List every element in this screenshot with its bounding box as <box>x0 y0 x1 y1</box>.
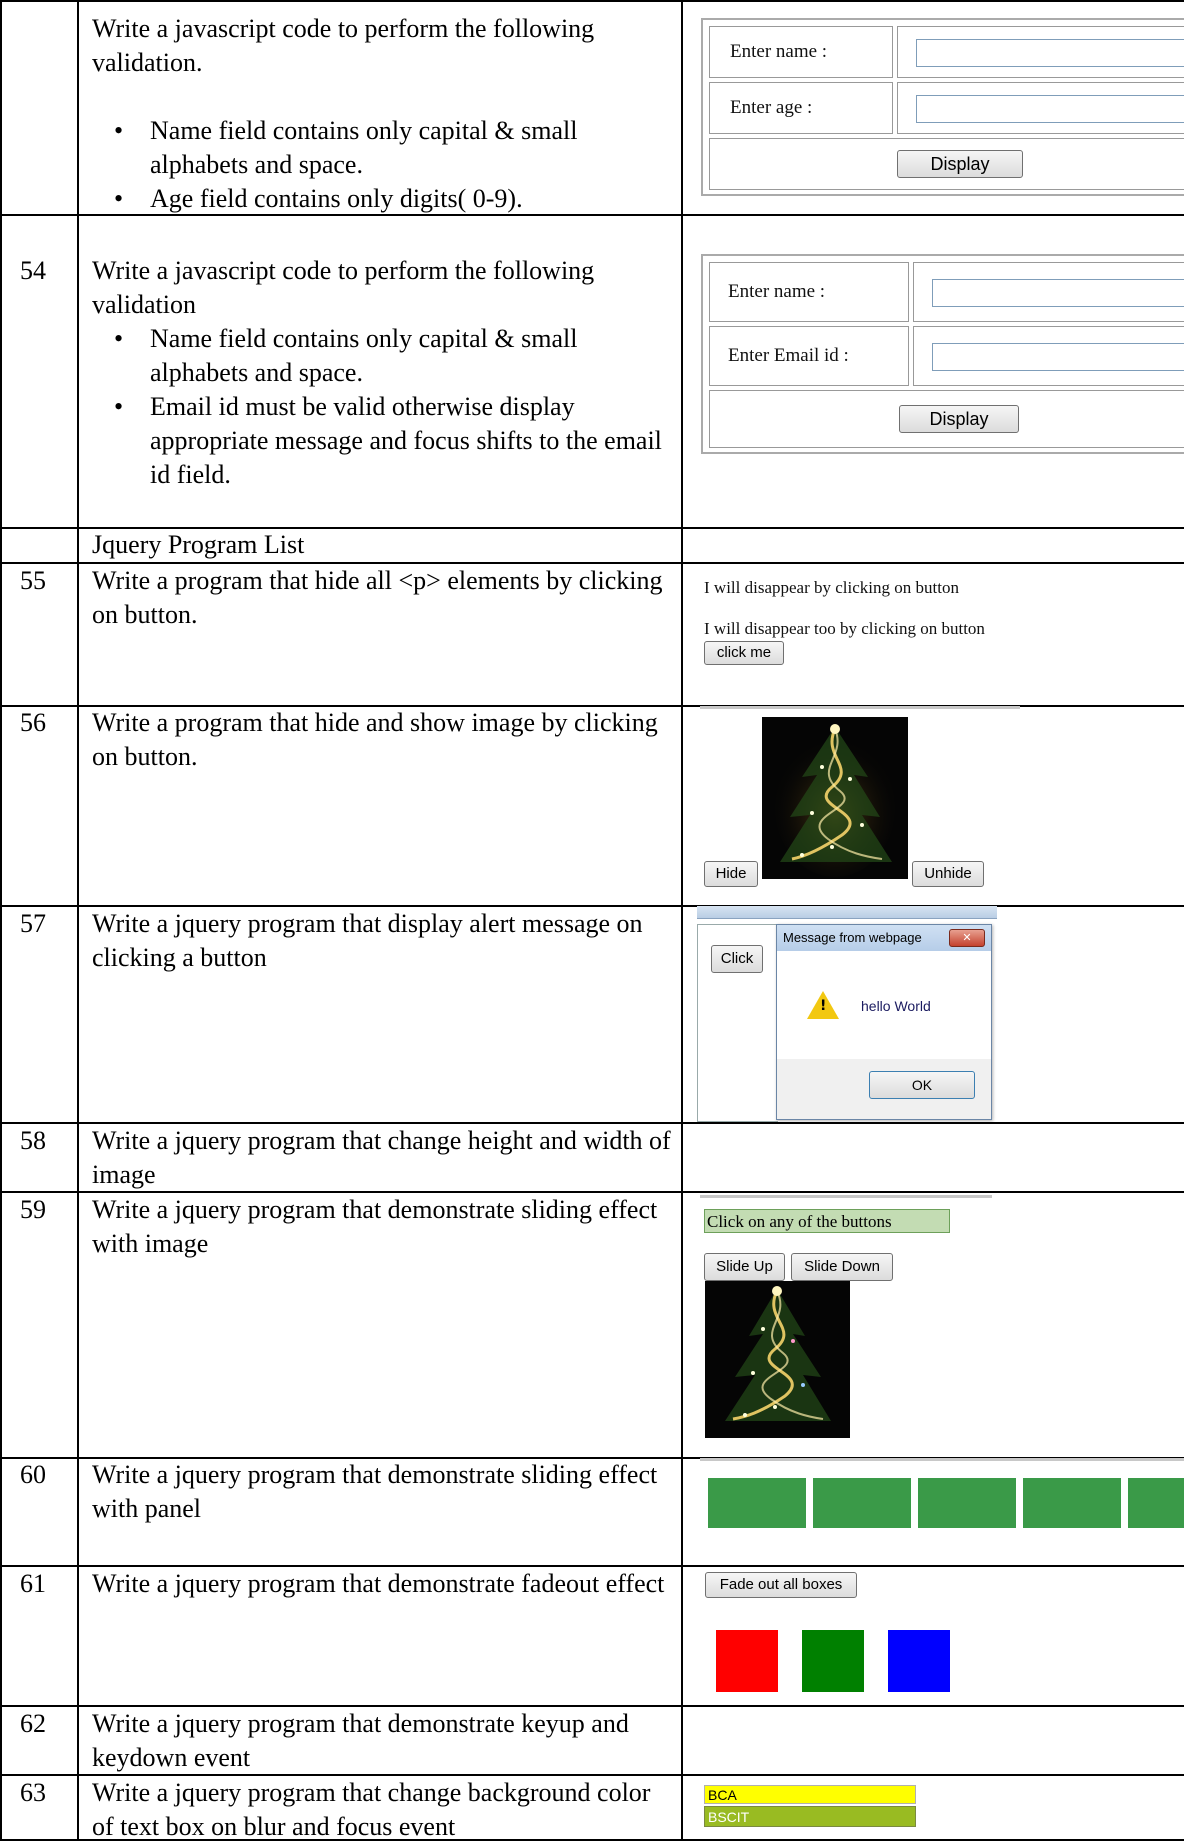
bca-textbox[interactable]: BCA <box>704 1785 916 1804</box>
display-button[interactable]: Display <box>899 405 1019 433</box>
column-divider <box>681 0 683 1841</box>
click-button[interactable]: Click <box>711 945 763 973</box>
row-number: 55 <box>20 566 46 595</box>
name-input[interactable] <box>916 39 1184 67</box>
christmas-tree-image <box>762 717 908 879</box>
form-input-cell <box>897 82 1184 134</box>
hide-button[interactable]: Hide <box>704 861 758 887</box>
form-input-cell <box>913 262 1184 322</box>
name-input[interactable] <box>932 279 1184 307</box>
row-number: 54 <box>20 256 46 285</box>
row-number: 58 <box>20 1126 46 1155</box>
form-button-cell: Display <box>709 138 1184 190</box>
question-text: Write a jquery program that demonstrate … <box>92 1569 665 1598</box>
row-number: 63 <box>20 1778 46 1807</box>
column-divider <box>0 0 2 1841</box>
unhide-button[interactable]: Unhide <box>912 861 984 887</box>
fade-out-button[interactable]: Fade out all boxes <box>705 1572 857 1598</box>
color-box <box>716 1630 778 1692</box>
form-label-cell: Enter age : <box>709 82 893 134</box>
paragraph-text: I will disappear by clicking on button <box>704 578 959 597</box>
name-label: Enter name : <box>730 41 828 62</box>
form-input-cell <box>897 26 1184 78</box>
question-text: Write a jquery program that demonstrate … <box>92 1195 658 1258</box>
paragraph-text: I will disappear too by clicking on butt… <box>704 619 985 638</box>
row-number: 59 <box>20 1195 46 1224</box>
question-text: Write a jquery program that change backg… <box>92 1778 651 1841</box>
form-label-cell: Enter Email id : <box>709 326 909 386</box>
email-form-screenshot: Enter name : Enter Email id : Display <box>701 254 1184 454</box>
color-box <box>888 1630 950 1692</box>
dialog-titlebar: Message from webpage ✕ <box>777 925 991 951</box>
document-page: Write a javascript code to perform the f… <box>0 0 1184 1841</box>
question-title: Write a javascript code to perform the f… <box>92 256 595 319</box>
row-number: 62 <box>20 1709 46 1738</box>
slide-up-button[interactable]: Slide Up <box>704 1253 785 1281</box>
row-number: 56 <box>20 708 46 737</box>
question-text: Write a javascript code to perform the f… <box>92 254 672 492</box>
email-input[interactable] <box>932 343 1184 371</box>
bullet-list: Name field contains only capital & small… <box>92 322 672 492</box>
slide-panel[interactable] <box>918 1478 1016 1528</box>
alert-message: hello World <box>861 998 931 1014</box>
bullet-item: Name field contains only capital & small… <box>92 114 672 182</box>
close-icon[interactable]: ✕ <box>949 929 985 947</box>
bscit-textbox[interactable]: BSCIT <box>704 1806 916 1827</box>
form-label-cell: Enter name : <box>709 262 909 322</box>
click-me-button[interactable]: click me <box>704 641 784 665</box>
question-text: Write a jquery program that display aler… <box>92 909 643 972</box>
display-button[interactable]: Display <box>897 150 1023 178</box>
question-text: Write a jquery program that change heigh… <box>92 1126 671 1189</box>
bullet-item: Age field contains only digits( 0-9). <box>92 182 672 216</box>
ok-button[interactable]: OK <box>869 1071 975 1099</box>
form-input-cell <box>913 326 1184 386</box>
screenshot-edge <box>700 706 1020 709</box>
name-label: Enter name : <box>728 281 826 302</box>
warning-icon-mark: ! <box>820 998 827 1014</box>
form-label-cell: Enter name : <box>709 26 893 78</box>
row-number: 57 <box>20 909 46 938</box>
screenshot-edge <box>700 1458 1184 1461</box>
row-divider <box>0 0 1184 2</box>
column-divider <box>77 0 79 1841</box>
slide-panel[interactable] <box>1128 1478 1184 1528</box>
email-label: Enter Email id : <box>728 345 849 366</box>
bullet-item: Name field contains only capital & small… <box>92 322 672 390</box>
question-title: Write a javascript code to perform the f… <box>92 14 595 77</box>
question-text: Write a javascript code to perform the f… <box>92 12 672 216</box>
question-text: Write a jquery program that demonstrate … <box>92 1460 658 1523</box>
dialog-title: Message from webpage <box>783 930 922 945</box>
question-text: Write a program that hide all <p> elemen… <box>92 566 663 629</box>
row-number: 60 <box>20 1460 46 1489</box>
christmas-tree-image <box>705 1281 850 1438</box>
validation-form-screenshot: Enter name : Enter age : Display <box>701 18 1184 196</box>
section-heading: Jquery Program List <box>92 530 305 559</box>
bullet-list: Name field contains only capital & small… <box>92 114 672 216</box>
question-text: Write a program that hide and show image… <box>92 708 658 771</box>
slide-panel[interactable] <box>708 1478 806 1528</box>
age-label: Enter age : <box>730 97 813 118</box>
slide-caption: Click on any of the buttons <box>704 1209 950 1233</box>
slide-down-button[interactable]: Slide Down <box>791 1253 893 1281</box>
color-box <box>802 1630 864 1692</box>
screenshot-edge <box>700 1195 992 1198</box>
slide-panel[interactable] <box>1023 1478 1121 1528</box>
row-number: 61 <box>20 1569 46 1598</box>
browser-toolbar <box>697 906 997 919</box>
form-button-cell: Display <box>709 390 1184 448</box>
bullet-item: Email id must be valid otherwise display… <box>92 390 672 492</box>
question-text: Write a jquery program that demonstrate … <box>92 1709 629 1772</box>
slide-panel[interactable] <box>813 1478 911 1528</box>
alert-dialog: Message from webpage ✕ ! hello World OK <box>776 924 992 1120</box>
age-input[interactable] <box>916 95 1184 123</box>
